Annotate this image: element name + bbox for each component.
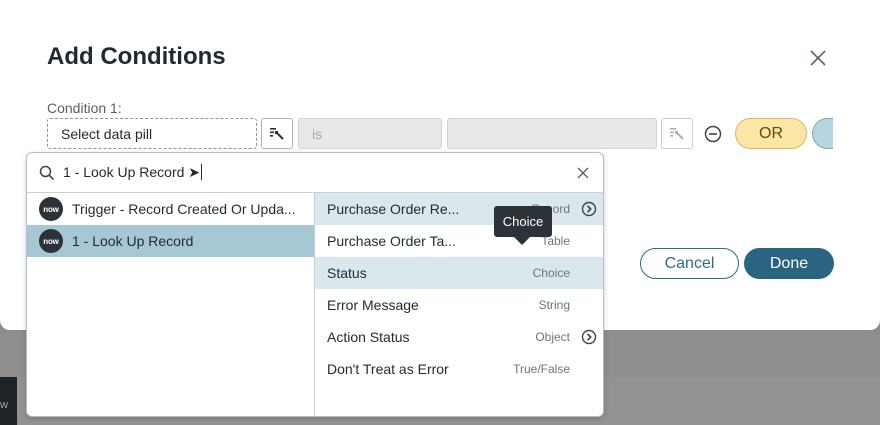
- now-logo-icon: now: [39, 229, 63, 253]
- value-pill-picker-button[interactable]: [661, 118, 693, 149]
- field-item-purchase-order-record[interactable]: Purchase Order Re... Record: [315, 193, 603, 225]
- field-name: Error Message: [327, 297, 419, 313]
- field-item-error-message[interactable]: Error Message String: [315, 289, 603, 321]
- tooltip-pointer: [514, 237, 530, 245]
- field-name: Don't Treat as Error: [327, 361, 449, 377]
- field-type: Object: [535, 330, 570, 344]
- picker-field-list: Purchase Order Re... Record Purchase Ord…: [315, 193, 603, 416]
- data-pill-picker-icon: [270, 127, 284, 140]
- field-name: Purchase Order Re...: [327, 201, 460, 217]
- field-item-purchase-order-table[interactable]: Purchase Order Ta... Table: [315, 225, 603, 257]
- condition-label: Condition 1:: [47, 100, 122, 116]
- source-item-label: 1 - Look Up Record: [72, 233, 194, 249]
- field-name: Status: [327, 265, 367, 281]
- source-item-trigger[interactable]: now Trigger - Record Created Or Upda...: [27, 193, 314, 225]
- field-item-action-status[interactable]: Action Status Object: [315, 321, 603, 353]
- remove-condition-icon[interactable]: [703, 124, 723, 144]
- close-icon[interactable]: [806, 46, 830, 70]
- or-button[interactable]: OR: [735, 118, 807, 149]
- and-button[interactable]: [812, 118, 833, 149]
- picker-search-row: 1 - Look Up Record ➤: [27, 153, 603, 193]
- field-name: Purchase Order Ta...: [327, 233, 456, 249]
- field-item-status[interactable]: Status Choice: [315, 257, 603, 289]
- value-field[interactable]: [447, 118, 657, 149]
- source-item-label: Trigger - Record Created Or Upda...: [72, 201, 296, 217]
- field-type: String: [538, 298, 570, 312]
- now-logo-icon: now: [39, 197, 63, 221]
- done-button[interactable]: Done: [744, 248, 834, 279]
- cancel-button[interactable]: Cancel: [640, 248, 739, 279]
- chevron-right-circle-icon[interactable]: [581, 201, 597, 217]
- background-sidebar: w: [0, 377, 17, 425]
- clear-icon[interactable]: [577, 167, 589, 179]
- data-pill-field[interactable]: Select data pill: [47, 118, 257, 149]
- field-name: Action Status: [327, 329, 410, 345]
- field-type: Choice: [532, 266, 570, 280]
- search-icon: [39, 165, 55, 181]
- field-item-dont-treat-as-error[interactable]: Don't Treat as Error True/False: [315, 353, 603, 385]
- picker-search-input[interactable]: 1 - Look Up Record ➤: [63, 164, 203, 181]
- picker-source-list: now Trigger - Record Created Or Upda... …: [27, 193, 315, 416]
- data-pill-picker-dropdown: 1 - Look Up Record ➤ now Trigger - Recor…: [26, 152, 604, 417]
- chevron-right-circle-icon[interactable]: [581, 329, 597, 345]
- data-pill-picker-icon: [670, 127, 684, 140]
- source-item-look-up-record[interactable]: now 1 - Look Up Record: [27, 225, 314, 257]
- modal-title: Add Conditions: [47, 43, 226, 70]
- field-type: True/False: [513, 362, 570, 376]
- data-pill-picker-button[interactable]: [261, 118, 293, 149]
- tooltip: Choice: [494, 206, 552, 237]
- operator-select[interactable]: is: [298, 118, 442, 149]
